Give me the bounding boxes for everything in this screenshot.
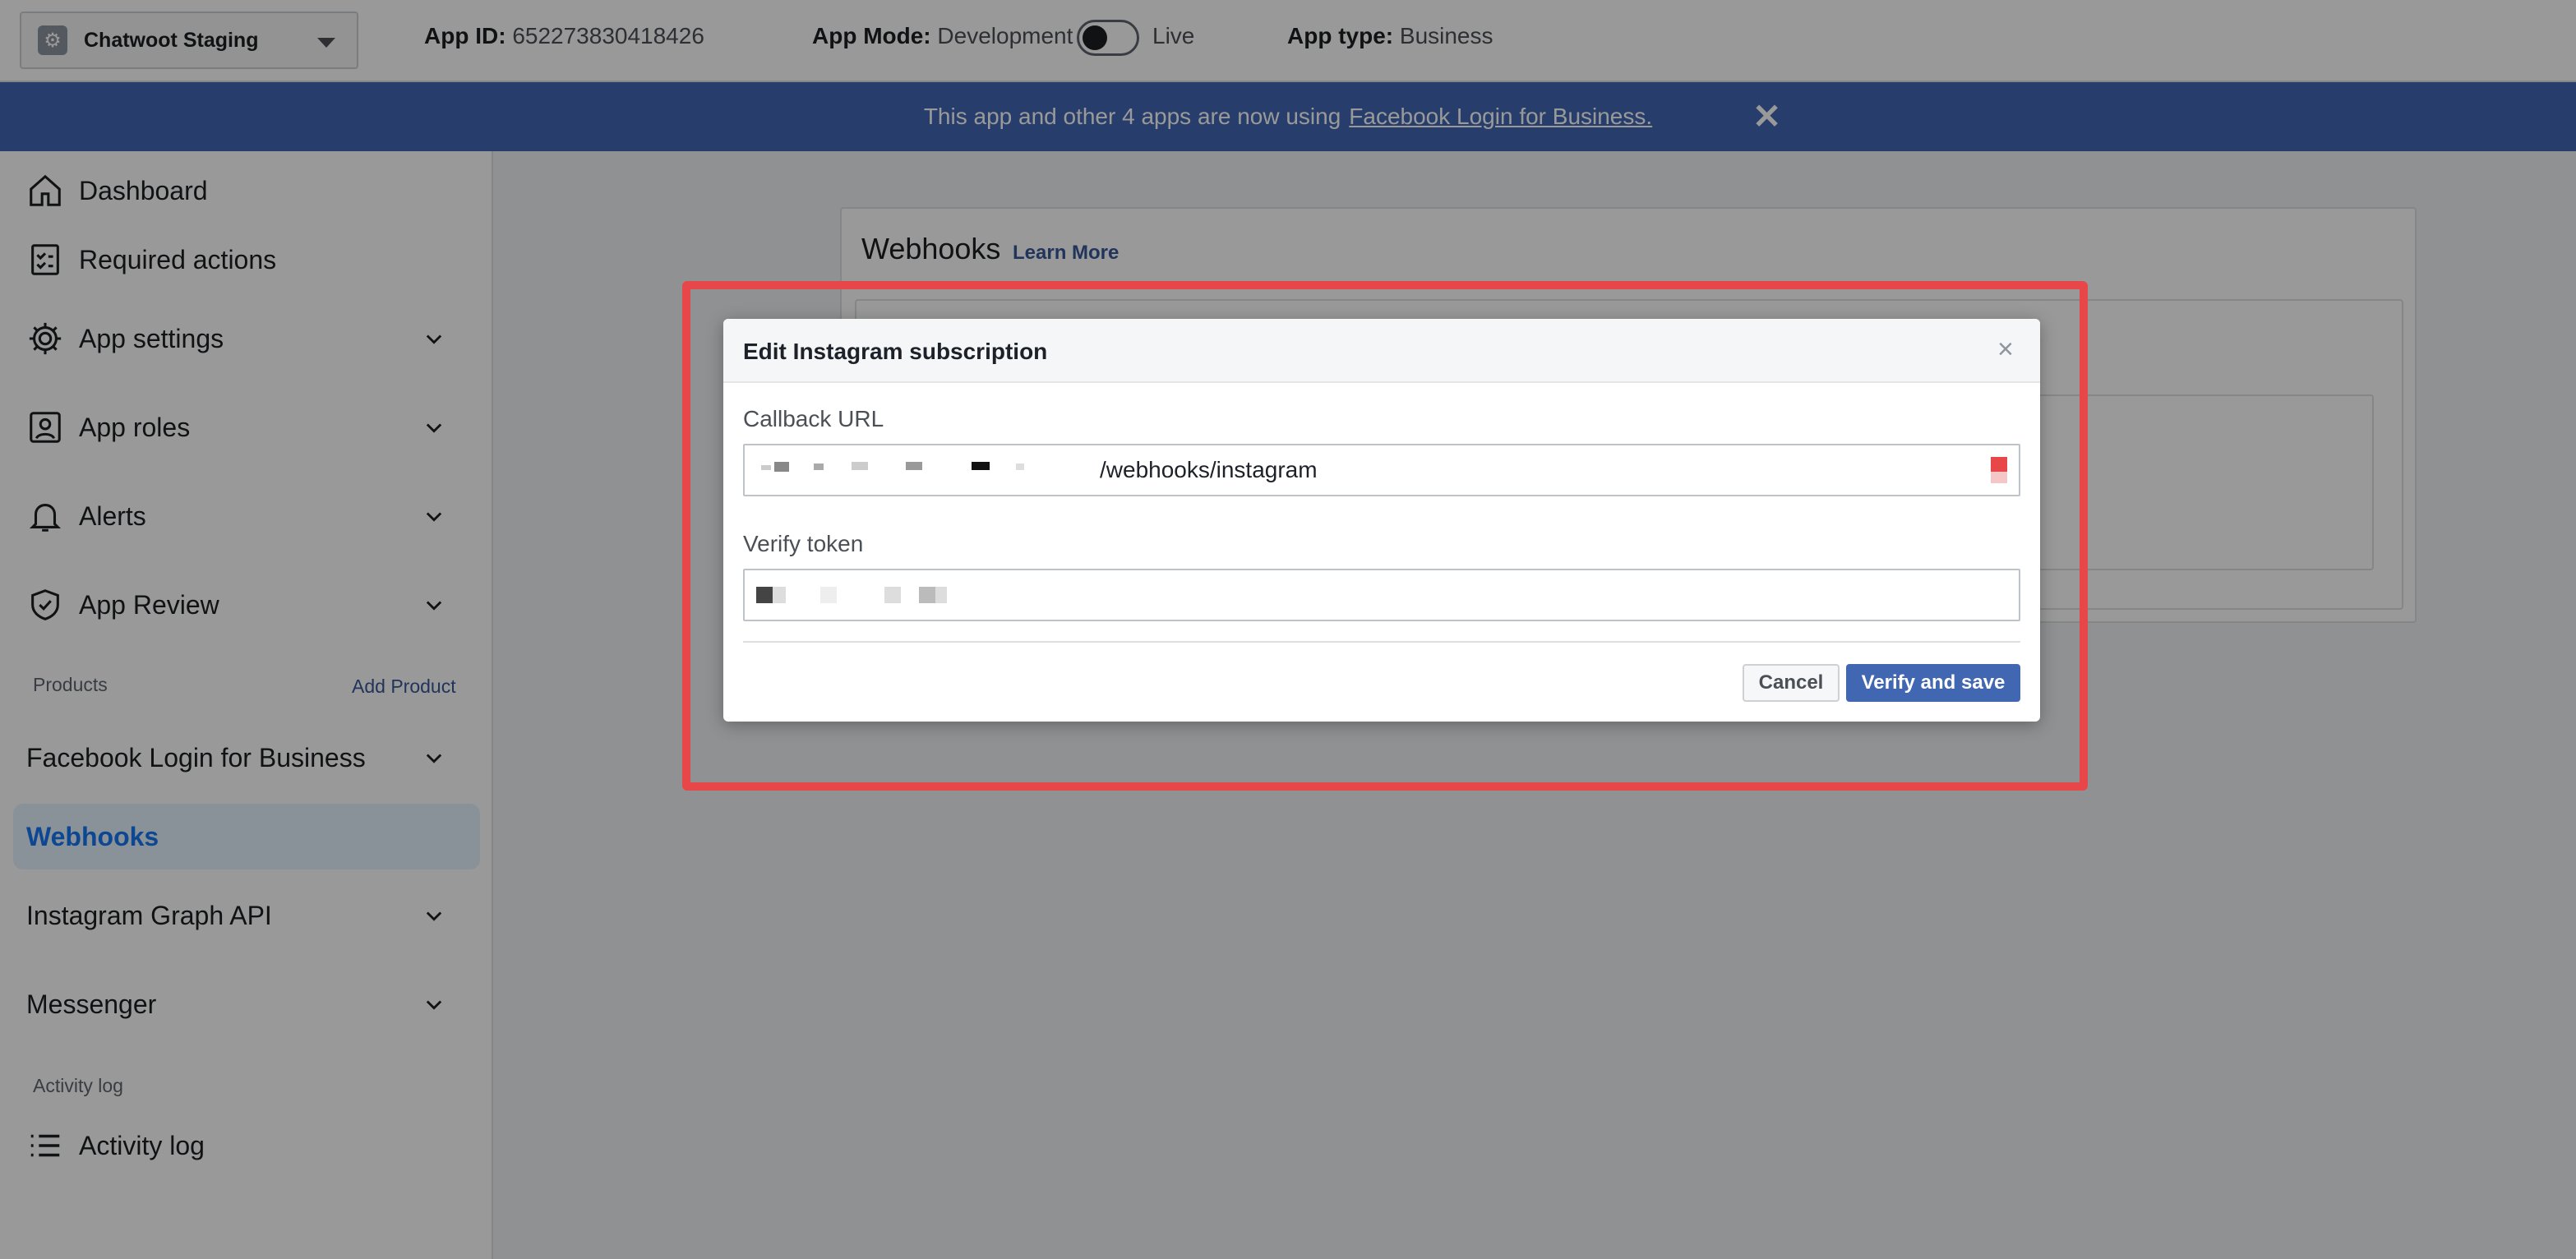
verify-token-input[interactable] bbox=[743, 569, 2020, 621]
callback-url-label: Callback URL bbox=[743, 406, 884, 431]
edit-subscription-dialog: Edit Instagram subscription × Callback U… bbox=[723, 319, 2040, 722]
redacted-text bbox=[1016, 463, 1024, 470]
verify-token-label: Verify token bbox=[743, 531, 864, 556]
redacted-text bbox=[820, 587, 837, 603]
close-icon[interactable]: × bbox=[1997, 334, 2014, 366]
dialog-header: Edit Instagram subscription × bbox=[723, 319, 2040, 383]
redacted-text bbox=[919, 587, 935, 603]
callback-url-input[interactable]: /webhooks/instagram bbox=[743, 444, 2020, 496]
redacted-text bbox=[1991, 457, 2007, 472]
callback-url-value: /webhooks/instagram bbox=[1100, 457, 1318, 482]
redacted-text bbox=[1991, 472, 2007, 483]
verify-and-save-button[interactable]: Verify and save bbox=[1846, 664, 2020, 702]
redacted-text bbox=[935, 587, 947, 603]
redacted-text bbox=[774, 462, 789, 472]
redacted-text bbox=[773, 587, 786, 603]
redacted-text bbox=[756, 587, 773, 603]
redacted-text bbox=[761, 465, 771, 470]
redacted-text bbox=[852, 462, 868, 470]
redacted-text bbox=[972, 462, 990, 470]
dialog-divider bbox=[743, 641, 2020, 643]
redacted-text bbox=[884, 587, 901, 603]
redacted-text bbox=[814, 463, 824, 470]
cancel-button[interactable]: Cancel bbox=[1743, 664, 1840, 702]
dialog-title: Edit Instagram subscription bbox=[743, 339, 1048, 364]
redacted-text bbox=[906, 462, 922, 470]
